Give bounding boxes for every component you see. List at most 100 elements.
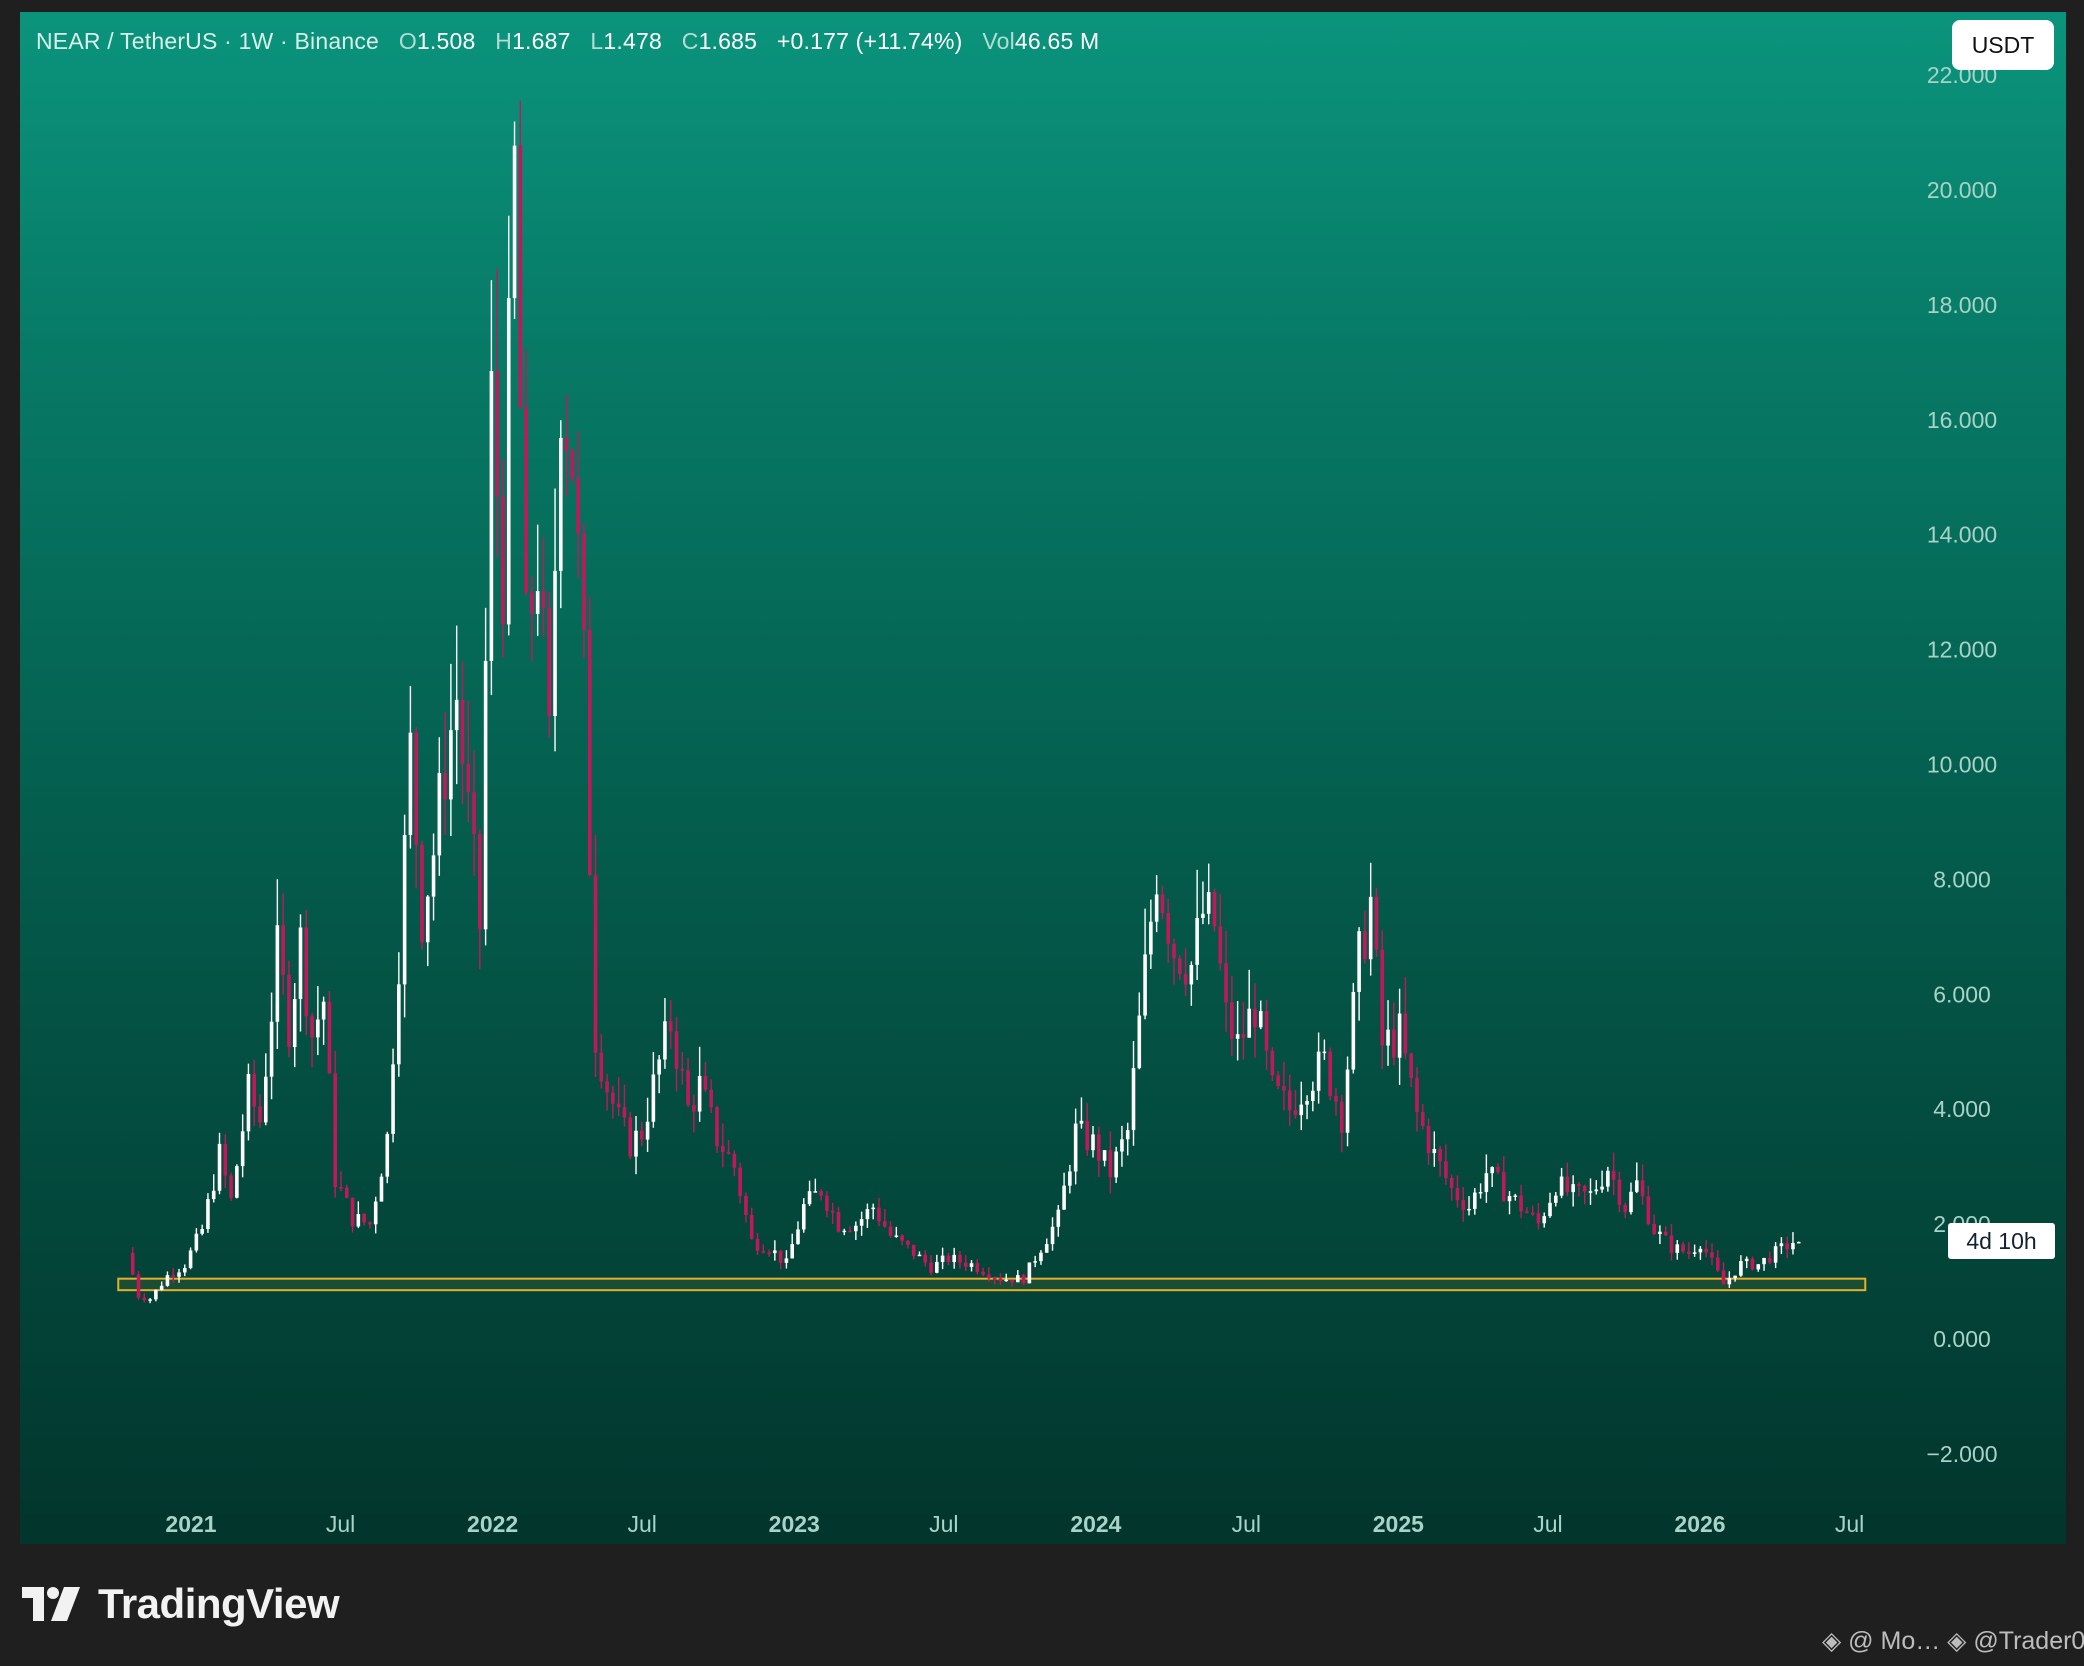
candle-body: [223, 1143, 228, 1176]
candle-body: [1525, 1211, 1529, 1213]
candle-body: [1588, 1191, 1593, 1193]
candle-body: [871, 1207, 875, 1210]
candle-body: [900, 1235, 904, 1241]
price-chart[interactable]: 22.00020.00018.00016.00014.00012.00010.0…: [20, 12, 2066, 1544]
currency-button[interactable]: USDT: [1952, 20, 2054, 70]
candle-body: [1201, 913, 1205, 918]
candle-body: [1392, 1029, 1396, 1058]
candle-body: [1108, 1150, 1113, 1178]
bar-countdown-label: 4d 10h: [1948, 1223, 2055, 1259]
candle-body: [813, 1191, 818, 1193]
candle-body: [1715, 1257, 1720, 1271]
candle-body: [969, 1263, 974, 1267]
candle-body: [1467, 1208, 1471, 1211]
candle-body: [472, 792, 476, 835]
candle-body: [1039, 1252, 1043, 1262]
candle-body: [321, 1001, 326, 1020]
candle-body: [1496, 1167, 1500, 1173]
candle-body: [1293, 1110, 1298, 1116]
candle-body: [1530, 1212, 1535, 1215]
x-tick-label: Jul: [326, 1511, 355, 1537]
candle-body: [420, 844, 424, 943]
candle-body: [327, 1001, 332, 1074]
candle-body: [478, 834, 482, 930]
candle-body: [611, 1092, 615, 1104]
candle-body: [998, 1278, 1003, 1282]
candle-body: [425, 896, 430, 943]
candle-body: [570, 450, 575, 479]
candle-body: [605, 1081, 609, 1093]
candle-body: [715, 1107, 719, 1147]
candle-body: [1282, 1086, 1286, 1091]
candle-body: [668, 1021, 673, 1032]
candle-body: [483, 660, 488, 930]
candle-body: [1027, 1262, 1032, 1284]
candle-body: [1600, 1186, 1604, 1190]
candle-body: [1762, 1258, 1766, 1265]
candle-body: [154, 1289, 158, 1300]
candle-body: [373, 1201, 378, 1225]
x-tick-label: Jul: [1232, 1511, 1261, 1537]
candle-body: [362, 1213, 366, 1223]
candle-body: [1565, 1176, 1570, 1193]
y-tick-label: 14.000: [1927, 522, 1997, 548]
candle-body: [1629, 1191, 1633, 1213]
candle-body: [1258, 1010, 1263, 1028]
candle-body: [183, 1268, 187, 1273]
candle-body: [946, 1255, 951, 1263]
candle-body: [275, 925, 280, 1022]
candle-body: [402, 834, 407, 985]
candle-body: [1183, 973, 1188, 985]
candle-body: [593, 875, 598, 1053]
tradingview-logo[interactable]: TradingView: [22, 1580, 340, 1628]
symbol-title[interactable]: NEAR / TetherUS · 1W · Binance: [36, 28, 379, 54]
candle-body: [1687, 1251, 1691, 1254]
candle-body: [501, 496, 505, 625]
candle-body: [397, 984, 401, 1065]
candle-body: [385, 1133, 390, 1177]
candle-body: [1328, 1051, 1332, 1097]
candle-body: [1357, 931, 1361, 992]
candle-body: [1733, 1275, 1737, 1279]
y-tick-label: 6.000: [1933, 981, 1991, 1007]
candle-body: [1548, 1202, 1552, 1217]
candle-body: [1513, 1195, 1518, 1197]
candle-body: [1756, 1264, 1761, 1270]
candle-body: [796, 1229, 800, 1245]
candle-body: [1004, 1279, 1009, 1282]
x-tick-label: 2024: [1070, 1511, 1121, 1537]
candle-body: [738, 1167, 742, 1197]
candle-body: [1669, 1235, 1674, 1253]
chart-panel[interactable]: 22.000 20.000 18.000 16.000 14.000 12.000 10.0…: [20, 12, 2066, 1544]
candle-body: [1224, 963, 1228, 1003]
candle-body: [1120, 1139, 1124, 1152]
candle-body: [1172, 943, 1176, 959]
candle-body: [1744, 1258, 1749, 1262]
candle-body: [506, 298, 511, 625]
candle-body: [304, 927, 309, 1017]
candle-body: [1403, 1013, 1408, 1054]
candle-body: [1449, 1178, 1454, 1189]
candle-body: [1166, 913, 1171, 944]
candle-body: [454, 699, 459, 731]
candle-body: [437, 773, 442, 856]
candle-body: [142, 1297, 147, 1301]
candle-body: [1663, 1231, 1668, 1236]
candle-body: [744, 1196, 748, 1216]
candle-body: [408, 732, 413, 835]
candle-body: [1218, 926, 1223, 964]
candle-body: [159, 1285, 164, 1290]
candle-body: [449, 730, 453, 800]
candle-body: [1444, 1161, 1448, 1179]
candle-body: [1276, 1075, 1280, 1087]
candle-body: [720, 1146, 725, 1153]
candle-body: [634, 1130, 638, 1157]
candle-body: [559, 437, 563, 571]
candle-body: [177, 1272, 181, 1277]
candle-body: [992, 1278, 997, 1280]
candle-body: [1363, 931, 1367, 960]
candle-body: [1079, 1120, 1084, 1124]
x-tick-label: 2026: [1674, 1511, 1725, 1537]
candle-body: [356, 1213, 361, 1227]
candle-body: [1322, 1051, 1327, 1054]
